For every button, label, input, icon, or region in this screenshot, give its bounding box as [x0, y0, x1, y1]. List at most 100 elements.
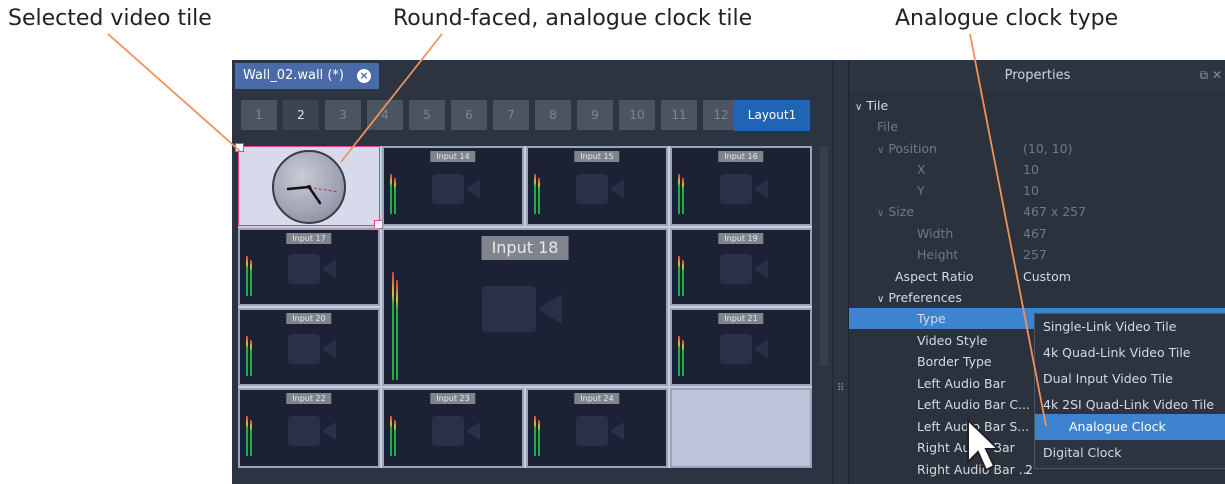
video-tile[interactable]: Input 21 [670, 308, 812, 386]
type-dropdown-list[interactable]: Single-Link Video Tile 4k Quad-Link Vide… [1034, 313, 1225, 469]
layout-name-button[interactable]: Layout1 [734, 100, 810, 131]
type-option-dual-input[interactable]: Dual Input Video Tile [1035, 366, 1225, 392]
video-tile[interactable]: Input 20 [238, 308, 380, 386]
chevron-down-icon[interactable]: ∨ [855, 102, 862, 113]
type-option-digital-clock[interactable]: Digital Clock [1035, 440, 1225, 466]
close-icon[interactable]: × [357, 69, 371, 83]
camera-icon [432, 174, 480, 204]
prop-label: Height [917, 247, 959, 262]
camera-icon [576, 174, 624, 204]
audio-meter [390, 170, 397, 214]
prop-value: 10 [1023, 162, 1039, 177]
video-tile[interactable]: Input 24 [526, 388, 668, 468]
layout-button-10[interactable]: 10 [619, 100, 655, 130]
application-window: Wall_02.wall (*) × 1 2 3 4 5 6 7 8 9 10 … [232, 60, 1225, 484]
prop-x[interactable]: X 10 [849, 159, 1225, 180]
layout-button-8[interactable]: 8 [535, 100, 571, 130]
type-option-single-link[interactable]: Single-Link Video Tile [1035, 314, 1225, 340]
layout-button-11[interactable]: 11 [661, 100, 697, 130]
prop-value: 467 x 257 [1023, 204, 1087, 219]
prop-label: Type [917, 311, 946, 326]
prop-aspect-ratio[interactable]: Aspect Ratio Custom [849, 266, 1225, 287]
analogue-clock-tile[interactable] [235, 143, 383, 229]
video-tile[interactable]: Input 16 [670, 146, 812, 226]
prop-value: 2 [1025, 462, 1033, 477]
tab-wall-file[interactable]: Wall_02.wall (*) × [235, 63, 379, 89]
empty-tile[interactable] [670, 388, 812, 468]
video-tile[interactable]: Input 22 [238, 388, 380, 468]
prop-height[interactable]: Height 257 [849, 244, 1225, 265]
tile-label: Input 15 [574, 151, 620, 162]
tile-label: Input 22 [286, 393, 332, 404]
panel-window-controls: ⧉ ✕ [1200, 68, 1222, 83]
tile-label: Input 16 [718, 151, 764, 162]
video-tile[interactable]: Input 23 [382, 388, 524, 468]
prop-y[interactable]: Y 10 [849, 180, 1225, 201]
tile-label: Input 24 [574, 393, 620, 404]
prop-value: (10, 10) [1023, 141, 1073, 156]
layout-button-2[interactable]: 2 [283, 100, 319, 130]
audio-meter [534, 170, 541, 214]
prop-label: Size [888, 204, 914, 219]
prop-label: File [877, 119, 898, 134]
camera-icon [288, 416, 336, 446]
audio-meter [246, 332, 253, 376]
layout-button-6[interactable]: 6 [451, 100, 487, 130]
type-option-4k-quad-link[interactable]: 4k Quad-Link Video Tile [1035, 340, 1225, 366]
camera-icon [720, 334, 768, 364]
prop-label: Left Audio Bar C... [917, 397, 1030, 412]
tile-label: Input 17 [286, 233, 332, 244]
audio-meter [678, 170, 685, 214]
clock-hands-icon [286, 185, 339, 205]
resize-handle[interactable] [235, 143, 244, 152]
pane-splitter[interactable]: ⠿ [832, 60, 847, 484]
prop-value: 467 [1023, 226, 1047, 241]
prop-preferences[interactable]: ∨ Preferences [849, 287, 1225, 308]
audio-meter [246, 412, 253, 456]
chevron-down-icon[interactable]: ∨ [877, 208, 884, 219]
layout-button-1[interactable]: 1 [241, 100, 277, 130]
prop-label: Video Style [917, 333, 988, 348]
tile-label: Input 14 [430, 151, 476, 162]
layout-button-3[interactable]: 3 [325, 100, 361, 130]
prop-file[interactable]: File [849, 116, 1225, 137]
wall-editor: Wall_02.wall (*) × 1 2 3 4 5 6 7 8 9 10 … [232, 60, 832, 484]
audio-meter [678, 252, 685, 296]
prop-tile[interactable]: ∨ Tile [849, 95, 1225, 116]
camera-icon [432, 416, 480, 446]
close-icon[interactable]: ✕ [1212, 68, 1222, 82]
tab-label: Wall_02.wall (*) [243, 68, 344, 83]
video-tile-large[interactable]: Input 18 [382, 228, 668, 386]
prop-size[interactable]: ∨ Size 467 x 257 [849, 201, 1225, 222]
audio-meter [678, 332, 685, 376]
prop-label: Position [888, 141, 937, 156]
camera-icon [288, 254, 336, 284]
prop-width[interactable]: Width 467 [849, 223, 1225, 244]
camera-icon [720, 254, 768, 284]
prop-position[interactable]: ∨ Position (10, 10) [849, 138, 1225, 159]
wall-scrollbar[interactable] [820, 146, 828, 366]
tile-label: Input 23 [430, 393, 476, 404]
camera-icon [288, 334, 336, 364]
prop-label: Preferences [888, 290, 962, 305]
layout-button-7[interactable]: 7 [493, 100, 529, 130]
callout-analogue-clock-type: Analogue clock type [895, 6, 1119, 31]
chevron-down-icon[interactable]: ∨ [877, 294, 884, 305]
video-tile[interactable]: Input 14 [382, 146, 524, 226]
chevron-down-icon[interactable]: ∨ [877, 145, 884, 156]
video-tile[interactable]: Input 15 [526, 146, 668, 226]
layout-button-4[interactable]: 4 [367, 100, 403, 130]
prop-label: Width [917, 226, 954, 241]
camera-icon [576, 416, 624, 446]
float-icon[interactable]: ⧉ [1200, 68, 1209, 82]
prop-label: Y [917, 183, 925, 198]
video-tile[interactable]: Input 17 [238, 228, 380, 306]
audio-meter [390, 412, 397, 456]
layout-button-9[interactable]: 9 [577, 100, 613, 130]
tile-label: Input 18 [481, 236, 569, 260]
video-wall-canvas[interactable]: Input 14 Input 15 Input 16 Input 17 Inpu… [235, 143, 812, 468]
type-option-analogue-clock[interactable]: Analogue Clock [1035, 414, 1225, 440]
video-tile[interactable]: Input 19 [670, 228, 812, 306]
layout-button-5[interactable]: 5 [409, 100, 445, 130]
tile-label: Input 19 [718, 233, 764, 244]
